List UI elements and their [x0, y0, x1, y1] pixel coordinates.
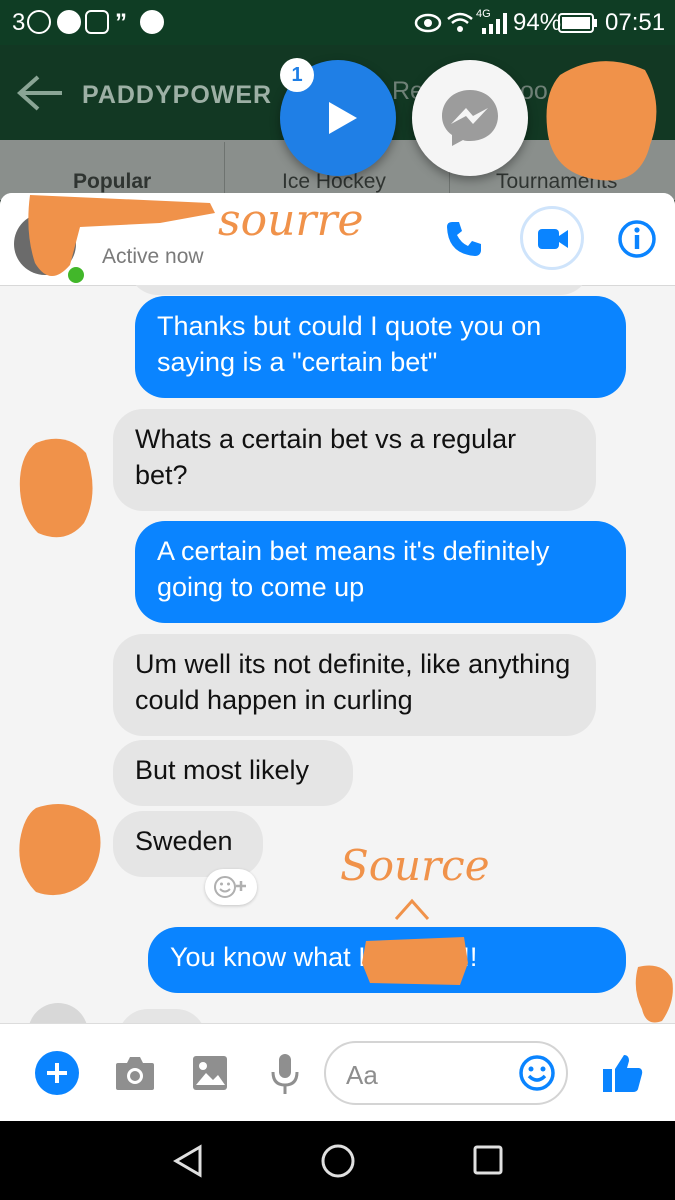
thumbs-up-icon[interactable]	[602, 1052, 644, 1094]
back-arrow-icon[interactable]	[16, 73, 64, 113]
video-call-button[interactable]	[520, 206, 584, 270]
phone-icon[interactable]	[444, 219, 484, 259]
redaction-scribble	[19, 804, 101, 896]
info-icon[interactable]	[617, 219, 657, 259]
message-bubble-incoming[interactable]: Whats a certain bet vs a regular bet?	[113, 409, 596, 511]
navigation-bar	[0, 1121, 675, 1200]
chathead-badge: 1	[280, 58, 314, 92]
add-reaction-button[interactable]	[205, 869, 257, 905]
play-icon	[329, 102, 357, 134]
status-bar: 3 ” 4G 94% 07:51	[0, 0, 675, 45]
clock: 07:51	[605, 9, 666, 36]
handwritten-annotation: Source	[340, 841, 490, 890]
message-bubble-incoming[interactable]: But most likely	[113, 740, 353, 806]
camera-icon[interactable]	[114, 1054, 156, 1092]
message-bubble-incoming[interactable]: Um well its not definite, like anything …	[113, 634, 596, 736]
message-bubble-outgoing[interactable]: Thanks but could I quote you on saying i…	[135, 296, 626, 398]
microphone-icon[interactable]	[270, 1052, 300, 1096]
emoji-icon[interactable]	[518, 1054, 556, 1092]
message-bubble-outgoing[interactable]: A certain bet means it's definitely goin…	[135, 521, 626, 623]
notification-count: 3	[12, 9, 26, 36]
messenger-icon	[442, 90, 498, 146]
tab-divider	[224, 142, 225, 198]
wifi-icon	[447, 12, 473, 32]
contact-avatar	[28, 1003, 88, 1023]
recents-nav-icon[interactable]	[472, 1144, 504, 1176]
redaction-scribble	[28, 195, 216, 277]
redaction-scribble	[362, 937, 468, 985]
redaction-scribble	[546, 61, 657, 181]
battery-icon	[558, 13, 597, 33]
message-input[interactable]: Aa	[324, 1041, 568, 1105]
smiley-plus-icon	[214, 876, 246, 898]
handwritten-annotation: sourre	[218, 195, 364, 246]
back-nav-icon[interactable]	[172, 1144, 204, 1178]
signal-icon	[482, 13, 507, 34]
conversation-panel: sourre Active now Thanks but could I quo…	[0, 193, 675, 1121]
home-nav-icon[interactable]	[320, 1143, 356, 1179]
gallery-icon[interactable]	[192, 1055, 228, 1091]
caret-annotation	[394, 898, 430, 920]
redaction-scribble	[19, 438, 93, 538]
eye-icon	[414, 13, 442, 33]
quote-notification-icon: ”	[115, 9, 127, 36]
spotify-notification-icon	[140, 10, 164, 34]
video-camera-icon	[538, 229, 568, 249]
message-input-placeholder: Aa	[346, 1060, 378, 1090]
messenger-chathead[interactable]	[412, 60, 528, 176]
redaction-scribble	[635, 965, 673, 1023]
message-bubble-partial	[118, 1009, 206, 1023]
messenger-notification-icon	[27, 10, 51, 34]
tab-popular[interactable]: Popular	[73, 170, 151, 194]
message-bubble-incoming[interactable]: Sweden	[113, 811, 263, 877]
composer-bar: Aa	[0, 1023, 675, 1121]
messenger-notification-icon	[57, 10, 81, 34]
chat-header: sourre Active now	[0, 193, 675, 286]
message-list[interactable]: Thanks but could I quote you on saying i…	[0, 285, 675, 1023]
add-button[interactable]	[35, 1051, 79, 1095]
active-status: Active now	[102, 245, 204, 268]
message-bubble-partial	[128, 285, 590, 295]
plus-icon	[47, 1063, 67, 1083]
battery-percent: 94%	[513, 9, 562, 36]
instagram-notification-icon	[85, 10, 109, 34]
brand-logo: PADDYPOWER	[82, 81, 273, 109]
